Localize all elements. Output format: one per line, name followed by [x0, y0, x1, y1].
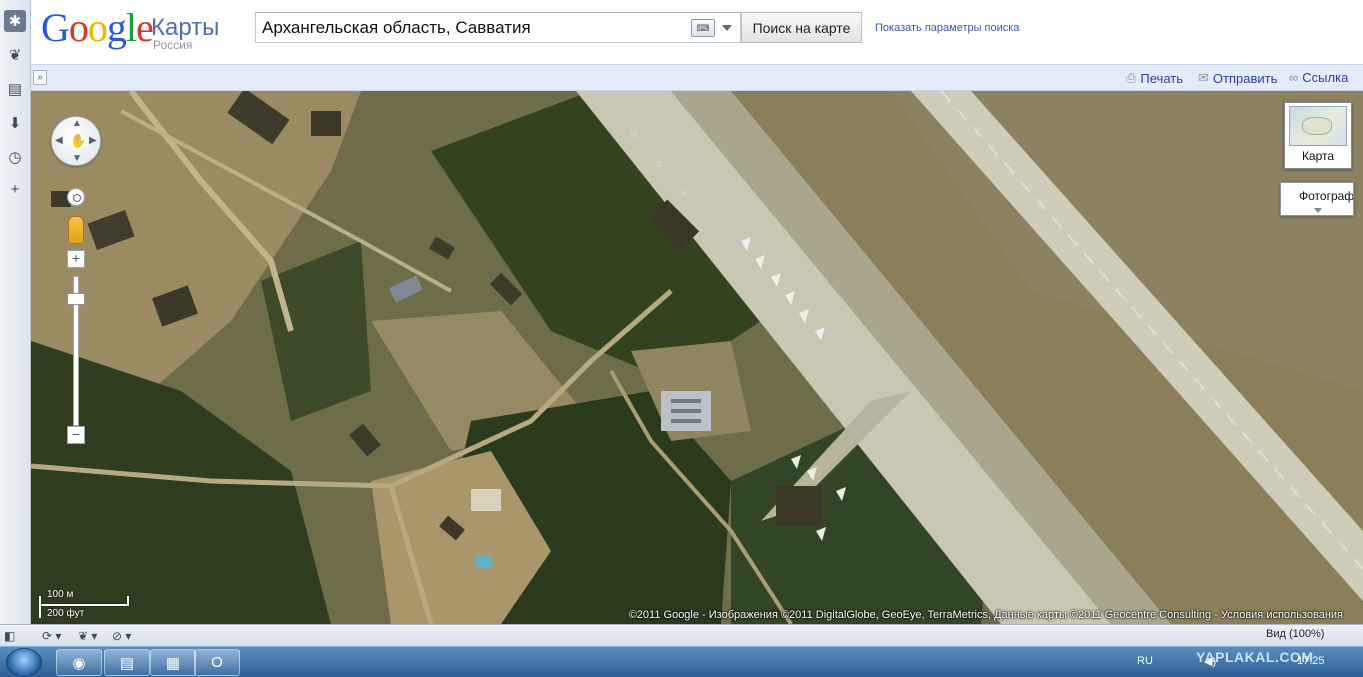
region-label: Россия [153, 38, 193, 52]
hand-icon: ✋ [70, 133, 87, 148]
panel-toggle-icon[interactable]: ◧ [4, 628, 15, 644]
map-toolbar: » ⎙ Печать ✉ Отправить ∞ Ссылка [31, 64, 1363, 91]
opera-taskbar-icon[interactable]: O [194, 649, 240, 676]
settings-icon[interactable]: ✱ [4, 10, 26, 32]
clock[interactable]: 17:25 [1297, 655, 1325, 667]
zoom-control: + − [66, 188, 85, 444]
satellite-imagery [31, 91, 1363, 624]
keyboard-icon[interactable]: ⌨ [691, 19, 715, 37]
scale-tick [127, 596, 129, 605]
map-type-label: Карта [1301, 149, 1335, 163]
zoom-slider-thumb[interactable] [67, 293, 85, 305]
rotate-icon[interactable] [67, 188, 85, 206]
sync-icon[interactable]: ⟳ ▾ [42, 628, 61, 644]
photo-layer-button[interactable]: Фотограф [1280, 182, 1354, 216]
maps-header: Google Карты Россия ⌨ Поиск на карте Пок… [31, 0, 1363, 64]
chain-link-icon: ∞ [1289, 70, 1299, 85]
history-icon[interactable]: ◷ [4, 146, 26, 168]
pegman-icon[interactable] [68, 216, 84, 244]
notepad-taskbar-icon[interactable]: ▤ [104, 649, 150, 676]
scale-bar: 100 м 200 фут [39, 588, 139, 621]
language-indicator[interactable]: RU [1137, 655, 1153, 667]
chrome-taskbar-icon[interactable]: ◉ [56, 649, 102, 676]
windows-taskbar: ◉ ▤ ▦ O RU YAPLAKAL.COM ◀) 17:25 [0, 646, 1363, 677]
copyright-notice[interactable]: ©2011 Google - Изображения ©2011 Digital… [629, 609, 1343, 621]
notes-icon[interactable]: ▤ [4, 78, 26, 100]
volume-icon[interactable]: ◀) [1204, 655, 1216, 668]
map-type-button[interactable]: Карта [1284, 102, 1352, 169]
browser-status-bar: ◧ ⟳ ▾ ❦ ▾ ⊘ ▾ Вид (100%) [0, 624, 1363, 646]
photo-layer-label: Фотограф [1299, 189, 1354, 203]
screen: ✱ ❦ ▤ ⬇ ◷ + Google Карты Россия ⌨ Поиск … [0, 0, 1363, 677]
printer-icon: ⎙ [1126, 70, 1137, 85]
start-button[interactable] [6, 648, 42, 677]
downloads-icon[interactable]: ⬇ [4, 112, 26, 134]
zoom-level[interactable]: Вид (100%) [1266, 628, 1324, 640]
add-panel-icon[interactable]: + [4, 178, 26, 200]
envelope-icon: ✉ [1198, 70, 1209, 85]
print-label: Печать [1140, 70, 1183, 86]
scale-tick [39, 596, 41, 618]
turbo-icon[interactable]: ⊘ ▾ [112, 628, 131, 644]
unite-icon[interactable]: ❦ ▾ [78, 628, 97, 644]
search-options-link[interactable]: Показать параметры поиска [875, 22, 1019, 34]
send-label: Отправить [1212, 70, 1278, 86]
link-link[interactable]: ∞ Ссылка [1289, 70, 1348, 85]
zoom-in-button[interactable]: + [67, 250, 85, 268]
pan-left-icon[interactable]: ◀ [55, 135, 63, 146]
collapse-panel-button[interactable]: » [33, 70, 47, 85]
send-link[interactable]: ✉ Отправить [1198, 70, 1277, 86]
zoom-out-button[interactable]: − [67, 426, 85, 444]
scale-imperial: 200 фут [47, 608, 85, 619]
link-label: Ссылка [1302, 70, 1349, 85]
chevron-down-icon[interactable] [1314, 208, 1322, 213]
explorer-taskbar-icon[interactable]: ▦ [150, 649, 196, 676]
bookmarks-icon[interactable]: ❦ [4, 44, 26, 66]
search-button[interactable]: Поиск на карте [741, 12, 862, 43]
search-box[interactable]: ⌨ [255, 12, 741, 43]
pan-control[interactable]: ▲ ▼ ◀ ▶ ✋ [51, 116, 101, 166]
browser-side-panel: ✱ ❦ ▤ ⬇ ◷ + [0, 0, 31, 627]
scale-line [39, 604, 129, 606]
scale-metric: 100 м [47, 589, 74, 600]
pan-down-icon[interactable]: ▼ [72, 153, 82, 164]
chevron-down-icon[interactable] [722, 25, 732, 31]
search-input[interactable] [262, 17, 682, 39]
pan-up-icon[interactable]: ▲ [72, 118, 82, 129]
pan-right-icon[interactable]: ▶ [89, 135, 97, 146]
map-thumbnail [1289, 106, 1347, 146]
print-link[interactable]: ⎙ Печать [1126, 70, 1183, 86]
google-logo[interactable]: Google [41, 6, 154, 50]
satellite-map[interactable]: ▲ ▼ ◀ ▶ ✋ + − Карта Фотограф 100 м 200 ф [31, 91, 1363, 624]
